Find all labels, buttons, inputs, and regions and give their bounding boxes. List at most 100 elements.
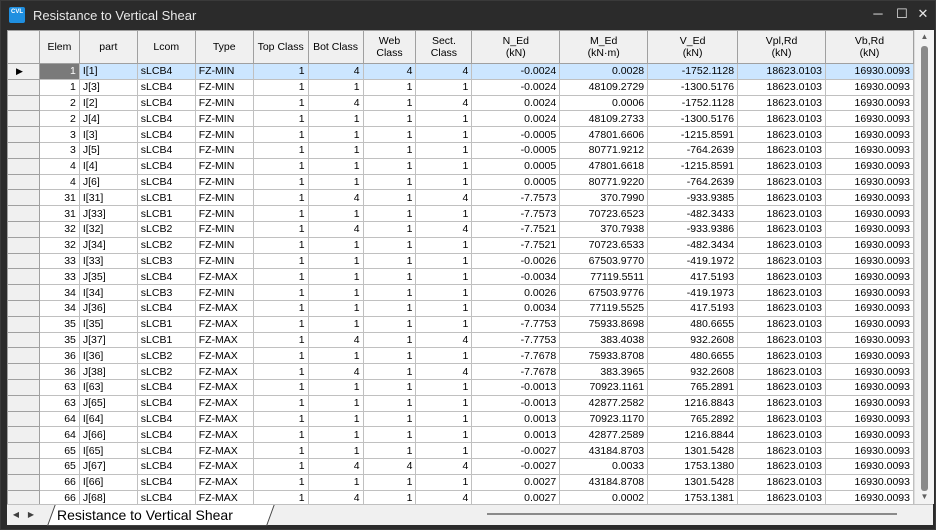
table-cell[interactable]: 16930.0093 [824, 363, 914, 380]
table-cell[interactable]: 70723.6533 [559, 236, 649, 254]
table-cell[interactable]: 1 [307, 315, 364, 333]
table-cell[interactable]: FZ-MIN [194, 110, 254, 128]
table-cell[interactable]: 1 [362, 110, 417, 128]
row-header[interactable] [7, 442, 40, 459]
table-cell[interactable]: 0.0026 [471, 284, 561, 301]
table-cell[interactable]: FZ-MAX [194, 410, 254, 428]
table-cell[interactable]: FZ-MAX [194, 489, 254, 504]
table-cell[interactable]: 932.2608 [647, 331, 739, 349]
table-cell[interactable]: FZ-MAX [194, 363, 254, 380]
table-cell[interactable]: 1 [252, 442, 309, 459]
table-cell[interactable]: sLCB4 [136, 78, 196, 96]
table-cell[interactable]: 16930.0093 [824, 63, 914, 80]
table-cell[interactable]: 1 [252, 189, 309, 207]
row-header[interactable] [7, 173, 40, 191]
row-header[interactable] [7, 220, 40, 238]
table-cell[interactable]: 1 [415, 347, 473, 365]
column-header[interactable]: Vb,Rd (kN) [824, 30, 914, 64]
table-cell[interactable]: 3 [38, 126, 80, 143]
table-cell[interactable]: 765.2892 [647, 410, 739, 428]
table-cell[interactable]: 1 [38, 78, 80, 96]
row-header[interactable] [7, 347, 40, 365]
table-cell[interactable]: 1 [252, 378, 309, 396]
table-cell[interactable]: 16930.0093 [824, 126, 914, 143]
table-cell[interactable]: 0.0024 [471, 110, 561, 128]
table-cell[interactable]: sLCB4 [136, 157, 196, 175]
column-header[interactable]: Lcom [136, 30, 196, 64]
table-cell[interactable]: -933.9385 [647, 189, 739, 207]
table-cell[interactable]: J[37] [78, 331, 138, 349]
table-cell[interactable]: I[31] [78, 189, 138, 207]
table-cell[interactable]: -7.7678 [471, 347, 561, 365]
horizontal-scrollbar[interactable] [477, 507, 917, 521]
table-cell[interactable]: 77119.5511 [559, 268, 649, 286]
table-cell[interactable]: 70723.6523 [559, 205, 649, 222]
table-cell[interactable]: 1 [252, 268, 309, 286]
table-cell[interactable]: -7.7753 [471, 315, 561, 333]
table-cell[interactable]: 1 [252, 126, 309, 143]
table-cell[interactable]: 4 [38, 173, 80, 191]
table-cell[interactable]: 1 [362, 315, 417, 333]
table-row[interactable]: 64 J[66] sLCB4 FZ-MAX 1 1 1 1 0.0013 42877.2589 12… [7, 426, 914, 444]
table-cell[interactable]: 1 [252, 63, 309, 80]
table-cell[interactable]: -0.0013 [471, 378, 561, 396]
table-cell[interactable]: 1 [252, 457, 309, 475]
table-cell[interactable]: 4 [415, 489, 473, 504]
table-cell[interactable]: 16930.0093 [824, 220, 914, 238]
table-cell[interactable]: 1 [38, 63, 80, 80]
table-cell[interactable]: FZ-MIN [194, 78, 254, 96]
table-cell[interactable]: 48109.2733 [559, 110, 649, 128]
table-cell[interactable]: 370.7938 [559, 220, 649, 238]
table-cell[interactable]: 4 [307, 457, 364, 475]
minimize-button[interactable]: ─ [867, 4, 889, 24]
table-cell[interactable]: 1 [307, 173, 364, 191]
table-cell[interactable]: 18623.0103 [737, 94, 826, 112]
table-cell[interactable]: -0.0024 [471, 78, 561, 96]
table-cell[interactable]: J[66] [78, 426, 138, 444]
table-cell[interactable]: FZ-MAX [194, 378, 254, 396]
table-cell[interactable]: 1 [415, 157, 473, 175]
table-cell[interactable]: 1 [415, 141, 473, 159]
table-cell[interactable]: 18623.0103 [737, 63, 826, 80]
table-cell[interactable]: -0.0024 [471, 63, 561, 80]
table-row[interactable]: 4 J[6] sLCB4 FZ-MIN 1 1 1 1 0.0005 80771.9220 -764… [7, 173, 914, 191]
table-cell[interactable]: 1 [362, 442, 417, 459]
table-cell[interactable]: 48109.2729 [559, 78, 649, 96]
table-cell[interactable]: 16930.0093 [824, 78, 914, 96]
table-cell[interactable]: J[4] [78, 110, 138, 128]
table-cell[interactable]: 1 [307, 426, 364, 444]
table-cell[interactable]: I[34] [78, 284, 138, 301]
table-cell[interactable]: 2 [38, 94, 80, 112]
table-cell[interactable]: 0.0027 [471, 489, 561, 504]
table-cell[interactable]: 18623.0103 [737, 378, 826, 396]
table-cell[interactable]: 33 [38, 268, 80, 286]
table-cell[interactable]: FZ-MAX [194, 268, 254, 286]
table-cell[interactable]: 18623.0103 [737, 331, 826, 349]
column-header[interactable]: Top Class [252, 30, 309, 64]
row-header[interactable] [7, 157, 40, 175]
table-cell[interactable]: 80771.9220 [559, 173, 649, 191]
row-header[interactable] [7, 315, 40, 333]
table-cell[interactable]: -933.9386 [647, 220, 739, 238]
table-cell[interactable]: 36 [38, 363, 80, 380]
table-cell[interactable]: sLCB2 [136, 347, 196, 365]
table-cell[interactable]: 16930.0093 [824, 442, 914, 459]
table-row[interactable]: 3 I[3] sLCB4 FZ-MIN 1 1 1 1 -0.0005 47801.6606 -12… [7, 126, 914, 143]
table-cell[interactable]: 1 [252, 410, 309, 428]
table-cell[interactable]: 1 [307, 157, 364, 175]
table-cell[interactable]: sLCB4 [136, 457, 196, 475]
table-cell[interactable]: FZ-MAX [194, 347, 254, 365]
table-cell[interactable]: 480.6655 [647, 315, 739, 333]
table-cell[interactable]: 1 [252, 473, 309, 491]
table-cell[interactable]: sLCB2 [136, 363, 196, 380]
table-cell[interactable]: sLCB4 [136, 426, 196, 444]
table-cell[interactable]: 932.2608 [647, 363, 739, 380]
table-cell[interactable]: 370.7990 [559, 189, 649, 207]
row-header[interactable] [7, 394, 40, 412]
table-cell[interactable]: 1 [415, 426, 473, 444]
table-cell[interactable]: sLCB1 [136, 205, 196, 222]
row-header[interactable] [7, 331, 40, 349]
table-row[interactable]: 33 J[35] sLCB4 FZ-MAX 1 1 1 1 -0.0034 77119.5511 4… [7, 268, 914, 286]
table-row[interactable]: 66 J[68] sLCB4 FZ-MAX 1 4 1 4 0.0027 0.0002 1753.1… [7, 489, 914, 504]
table-cell[interactable]: 16930.0093 [824, 315, 914, 333]
